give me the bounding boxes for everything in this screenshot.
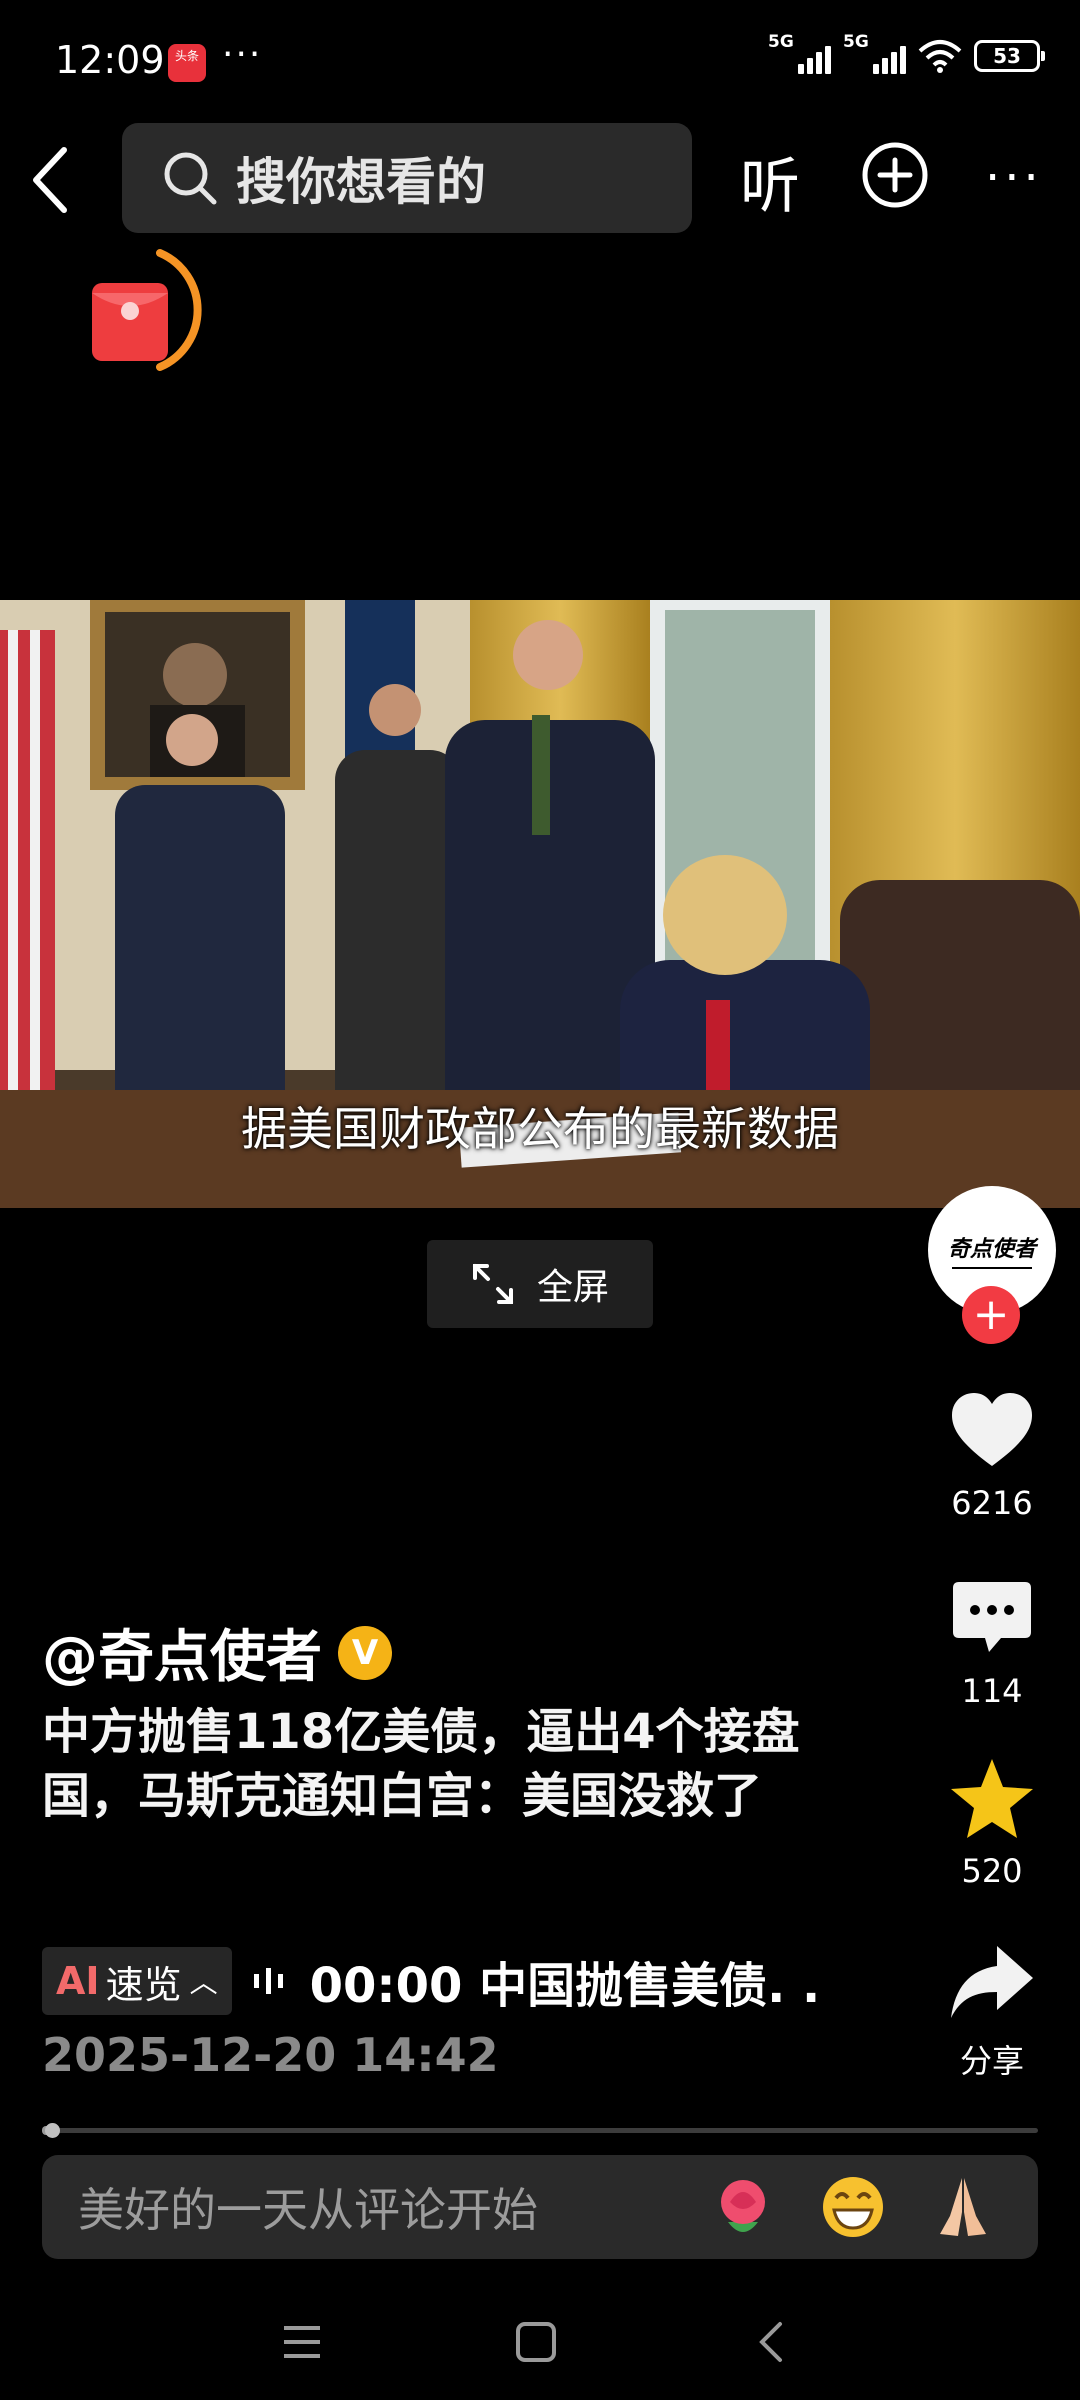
share-button[interactable]: 分享 (930, 1940, 1054, 2082)
ai-summary-row: AI 速览 ︿ 00:00 中国抛售美债. . (42, 1946, 820, 2016)
comment-placeholder: 美好的一天从评论开始 (78, 2183, 538, 2237)
home-icon[interactable] (514, 2320, 558, 2364)
search-icon (164, 152, 217, 205)
more-options-button[interactable]: ··· (985, 150, 1043, 206)
chevron-up-icon: ︿ (189, 1966, 218, 1999)
status-indicators: 5G 5G 53 (768, 32, 1045, 74)
comment-input[interactable]: 美好的一天从评论开始 (42, 2155, 1038, 2259)
favorite-button[interactable]: 520 (930, 1756, 1054, 1890)
search-input[interactable]: 搜你想看的 (122, 123, 692, 233)
fullscreen-label: 全屏 (536, 1267, 609, 1308)
signal-icon-sim2: 5G (843, 32, 906, 74)
comment-button[interactable]: 114 (930, 1576, 1054, 1710)
expand-icon (472, 1264, 513, 1304)
ai-summary-button[interactable]: AI 速览 ︿ (42, 1947, 232, 2015)
network-type-label: 5G (768, 32, 794, 52)
signal-icon-sim1: 5G (768, 32, 831, 74)
back-button[interactable] (22, 140, 82, 220)
star-icon (951, 1759, 1033, 1838)
avatar-text: 奇点使者 (947, 1236, 1036, 1262)
favorite-count: 520 (961, 1852, 1023, 1890)
follow-button[interactable]: + (962, 1286, 1020, 1344)
like-button[interactable]: 6216 (930, 1388, 1054, 1522)
menu-icon[interactable] (280, 2320, 324, 2364)
listen-button[interactable]: 听 (740, 138, 800, 225)
network-type-label: 5G (843, 32, 869, 52)
wifi-icon (918, 40, 962, 73)
red-envelope-icon[interactable] (80, 245, 210, 385)
share-icon (951, 1946, 1033, 2018)
ai-badge: AI (56, 1959, 100, 2003)
audio-wave-icon (253, 1968, 283, 1994)
toutiao-app-icon: 头条 (168, 44, 206, 82)
system-navigation-bar (0, 2300, 1080, 2400)
chapter-link[interactable]: 00:00 中国抛售美债. . (310, 1946, 821, 2016)
post-title[interactable]: 中方抛售118亿美债，逼出4个接盘国，马斯克通知白宫：美国没救了 (42, 1700, 882, 1828)
status-bar: 12:09 头条 ··· 5G 5G 53 (0, 0, 1080, 125)
fullscreen-button[interactable]: 全屏 (427, 1240, 653, 1328)
grin-emoji-icon[interactable] (818, 2172, 888, 2242)
author-handle[interactable]: @奇点使者 V (42, 1612, 392, 1693)
add-icon[interactable] (860, 140, 930, 210)
pray-emoji-icon[interactable] (928, 2172, 998, 2242)
comment-icon (953, 1582, 1031, 1652)
battery-level: 53 (993, 44, 1021, 68)
heart-icon (952, 1393, 1032, 1466)
comment-count: 114 (961, 1672, 1023, 1710)
video-progress-bar[interactable] (42, 2128, 1038, 2133)
notification-more-icon: ··· (222, 34, 263, 75)
post-date: 2025-12-20 14:42 (42, 2028, 499, 2082)
back-nav-icon[interactable] (750, 2320, 794, 2364)
video-subtitle: 据美国财政部公布的最新数据 (241, 1102, 839, 1156)
rose-emoji-icon[interactable] (708, 2172, 778, 2242)
ai-summary-label: 速览 (105, 1962, 182, 2007)
like-count: 6216 (951, 1484, 1033, 1522)
share-label: 分享 (959, 2042, 1024, 2080)
search-placeholder: 搜你想看的 (236, 153, 486, 211)
video-progress-handle[interactable] (45, 2123, 60, 2138)
author-handle-text: @奇点使者 (42, 1625, 322, 1690)
status-time: 12:09 (55, 38, 165, 82)
verified-icon: V (338, 1625, 392, 1680)
battery-icon: 53 (974, 40, 1045, 72)
avatar-underline (952, 1267, 1032, 1269)
